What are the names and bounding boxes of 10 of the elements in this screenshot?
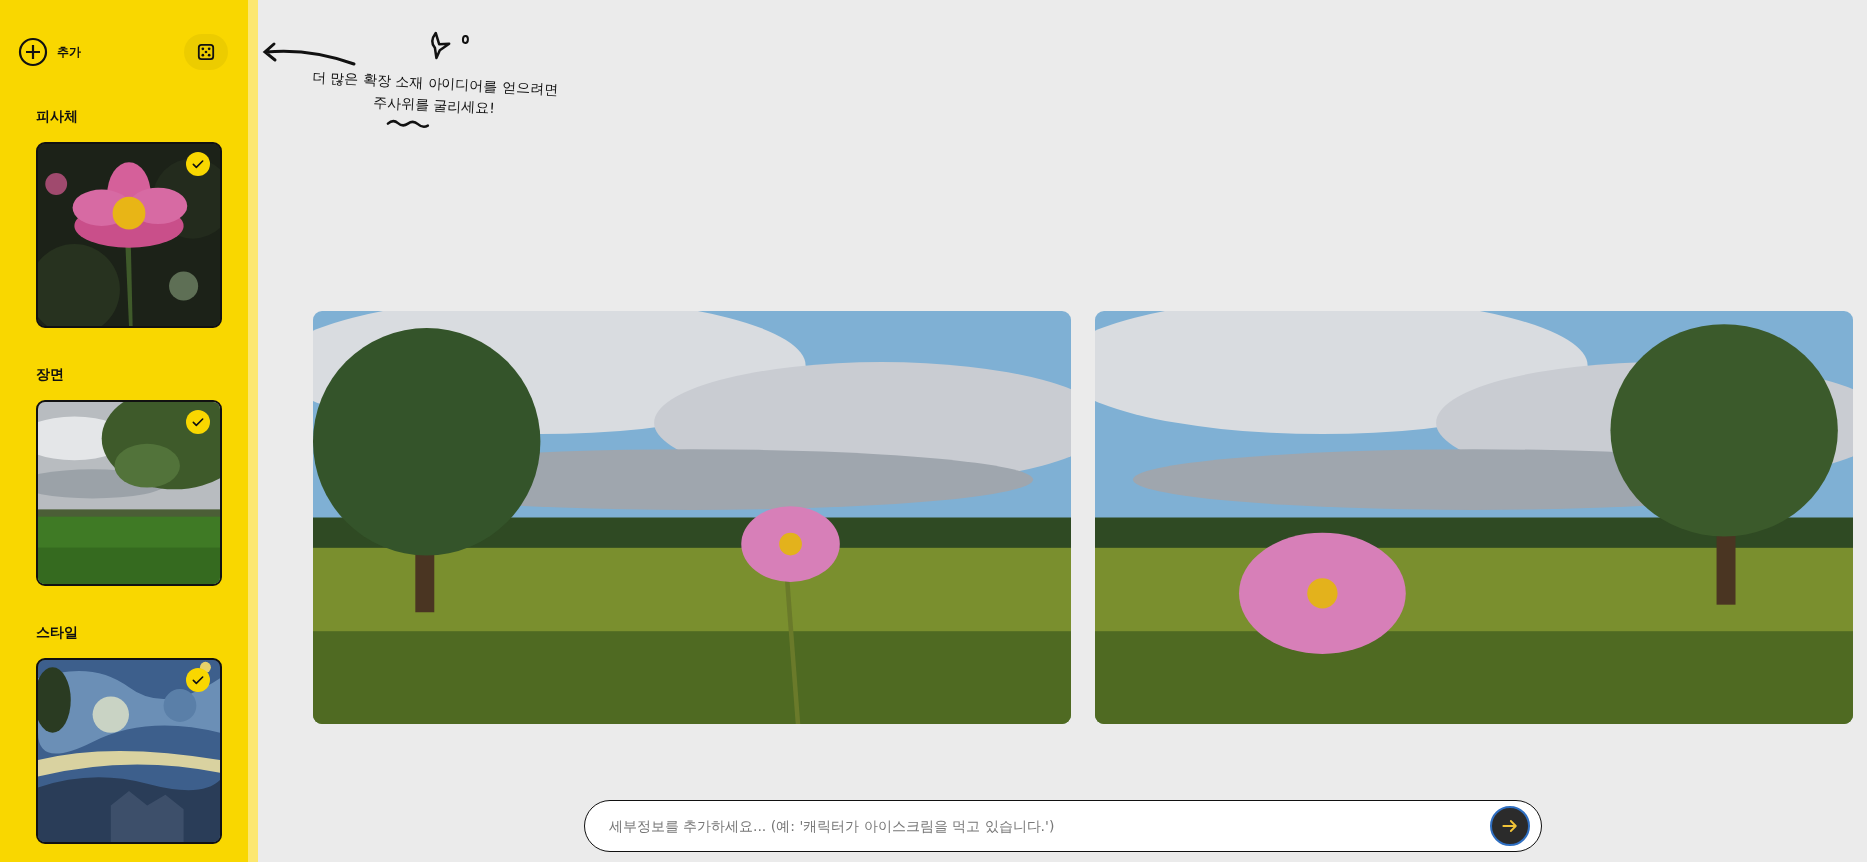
squiggle-icon bbox=[385, 117, 431, 130]
prompt-field[interactable]: 세부정보를 추가하세요... (예: '캐릭터가 아이스크림을 먹고 있습니다.') bbox=[583, 800, 1542, 852]
hint-text: 더 많은 확장 소재 아이디어를 얻으려면 주사위를 굴리세요! bbox=[310, 67, 560, 119]
section-title: 장면 bbox=[36, 366, 65, 384]
section-title: 스타일 bbox=[36, 624, 79, 642]
section-title: 피사체 bbox=[36, 108, 79, 126]
dice-button[interactable] bbox=[184, 34, 228, 70]
add-button[interactable]: 추가 bbox=[18, 37, 81, 67]
dice-icon bbox=[197, 43, 215, 61]
scrollbar[interactable] bbox=[248, 0, 258, 862]
